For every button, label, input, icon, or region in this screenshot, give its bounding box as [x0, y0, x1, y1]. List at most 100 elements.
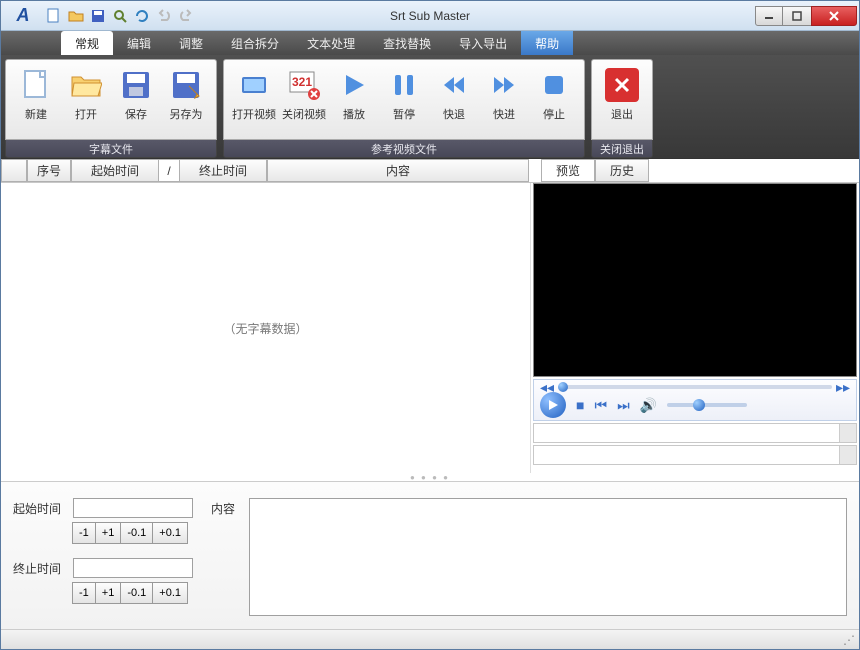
ribbon: 新建 打开 保存 另存为 字幕文件 打开视频 321关闭视频 播放 暂停 快退 … [1, 55, 859, 159]
stop-icon [537, 68, 571, 102]
forward-icon [487, 68, 521, 102]
start-plus01-button[interactable]: +0.1 [152, 522, 188, 544]
exit-button[interactable]: 退出 [598, 64, 646, 135]
close-button[interactable] [811, 6, 857, 26]
subtitle-editor: 起始时间 -1 +1 -0.1 +0.1 终止时间 -1 +1 [1, 481, 859, 629]
play-button[interactable]: 播放 [330, 64, 378, 135]
close-video-button[interactable]: 321关闭视频 [280, 64, 328, 135]
content-column: 内容 [211, 498, 847, 621]
new-button[interactable]: 新建 [12, 64, 60, 135]
content-label: 内容 [211, 498, 241, 621]
qat-open-icon[interactable] [67, 7, 85, 25]
ribbon-tabstrip: 常规 编辑 调整 组合拆分 文本处理 查找替换 导入导出 帮助 [1, 31, 859, 55]
media-next-icon[interactable]: ⏭ [617, 397, 630, 414]
qat-redo-icon[interactable] [177, 7, 195, 25]
end-time-label: 终止时间 [13, 560, 65, 577]
start-minus1-button[interactable]: -1 [72, 522, 96, 544]
open-video-button[interactable]: 打开视频 [230, 64, 278, 135]
tab-importexport[interactable]: 导入导出 [445, 31, 521, 55]
tab-general[interactable]: 常规 [61, 31, 113, 55]
open-folder-icon [69, 68, 103, 102]
start-time-input[interactable] [73, 498, 193, 518]
svg-text:321: 321 [292, 75, 312, 89]
time-column: 起始时间 -1 +1 -0.1 +0.1 终止时间 -1 +1 [13, 498, 193, 621]
empty-placeholder: （无字幕数据） [223, 320, 307, 337]
pause-icon [387, 68, 421, 102]
ribbon-group-label: 关闭退出 [591, 140, 653, 158]
start-minus01-button[interactable]: -0.1 [120, 522, 153, 544]
forward-button[interactable]: 快进 [480, 64, 528, 135]
resize-grip-icon[interactable]: ⋰ [843, 633, 855, 647]
start-time-label: 起始时间 [13, 500, 65, 517]
saveas-button[interactable]: 另存为 [162, 64, 210, 135]
end-minus01-button[interactable]: -0.1 [120, 582, 153, 604]
tab-help[interactable]: 帮助 [521, 31, 573, 55]
preview-text-row[interactable] [533, 423, 857, 443]
tab-edit[interactable]: 编辑 [113, 31, 165, 55]
app-icon: A [7, 0, 39, 32]
horizontal-splitter[interactable]: ● ● ● ● [1, 473, 859, 481]
new-file-icon [19, 68, 53, 102]
ribbon-group-subtitle-file: 新建 打开 保存 另存为 字幕文件 [5, 59, 217, 158]
seek-track[interactable] [558, 385, 832, 389]
volume-slider[interactable] [667, 403, 747, 407]
tab-text[interactable]: 文本处理 [293, 31, 369, 55]
content-textarea[interactable] [249, 498, 847, 616]
save-button[interactable]: 保存 [112, 64, 160, 135]
col-slash: / [159, 159, 179, 182]
qat-undo-icon[interactable] [155, 7, 173, 25]
subtitle-grid[interactable]: （无字幕数据） [1, 183, 531, 473]
col-content[interactable]: 内容 [267, 159, 529, 182]
stop-button[interactable]: 停止 [530, 64, 578, 135]
qat-save-icon[interactable] [89, 7, 107, 25]
grid-header: 序号 起始时间 / 终止时间 内容 预览 历史 [1, 159, 859, 183]
qat-find-icon[interactable] [111, 7, 129, 25]
qat-new-icon[interactable] [45, 7, 63, 25]
qat-refresh-icon[interactable] [133, 7, 151, 25]
quick-access-toolbar [45, 7, 195, 25]
ribbon-group-label: 字幕文件 [5, 140, 217, 158]
pause-button[interactable]: 暂停 [380, 64, 428, 135]
media-play-button[interactable] [540, 392, 566, 418]
start-plus1-button[interactable]: +1 [95, 522, 122, 544]
media-prev-icon[interactable]: ⏮ [594, 397, 607, 414]
col-number[interactable]: 序号 [27, 159, 71, 182]
rewind-icon [437, 68, 471, 102]
scrollbar[interactable] [839, 424, 856, 442]
window-controls [756, 6, 857, 26]
tab-history[interactable]: 历史 [595, 159, 649, 182]
play-icon [337, 68, 371, 102]
end-time-input[interactable] [73, 558, 193, 578]
titlebar: A Srt Sub Master [1, 1, 859, 31]
media-stop-icon[interactable]: ■ [576, 397, 584, 413]
ribbon-group-label: 参考视频文件 [223, 140, 585, 158]
minimize-button[interactable] [755, 6, 783, 26]
end-plus1-button[interactable]: +1 [95, 582, 122, 604]
tab-findreplace[interactable]: 查找替换 [369, 31, 445, 55]
preview-text-row[interactable] [533, 445, 857, 465]
open-video-icon [237, 68, 271, 102]
save-disk-icon [119, 68, 153, 102]
exit-icon [605, 68, 639, 102]
open-button[interactable]: 打开 [62, 64, 110, 135]
col-start[interactable]: 起始时间 [71, 159, 159, 182]
seek-bar[interactable]: ◂◂ ▸▸ [540, 382, 850, 392]
scrollbar[interactable] [839, 446, 856, 464]
volume-icon[interactable]: 🔊 [640, 397, 657, 414]
tab-split[interactable]: 组合拆分 [217, 31, 293, 55]
main-area: （无字幕数据） ◂◂ ▸▸ ■ ⏮ ⏭ 🔊 [1, 183, 859, 473]
close-video-icon: 321 [287, 68, 321, 102]
end-plus01-button[interactable]: +0.1 [152, 582, 188, 604]
ribbon-group-exit: 退出 关闭退出 [591, 59, 653, 158]
rewind-button[interactable]: 快退 [430, 64, 478, 135]
tab-adjust[interactable]: 调整 [165, 31, 217, 55]
grid-corner[interactable] [1, 159, 27, 182]
end-minus1-button[interactable]: -1 [72, 582, 96, 604]
tab-preview[interactable]: 预览 [541, 159, 595, 182]
saveas-icon [169, 68, 203, 102]
ribbon-group-video: 打开视频 321关闭视频 播放 暂停 快退 快进 停止 参考视频文件 [223, 59, 585, 158]
statusbar: ⋰ [1, 629, 859, 649]
maximize-button[interactable] [782, 6, 812, 26]
video-preview[interactable] [533, 183, 857, 377]
col-end[interactable]: 终止时间 [179, 159, 267, 182]
